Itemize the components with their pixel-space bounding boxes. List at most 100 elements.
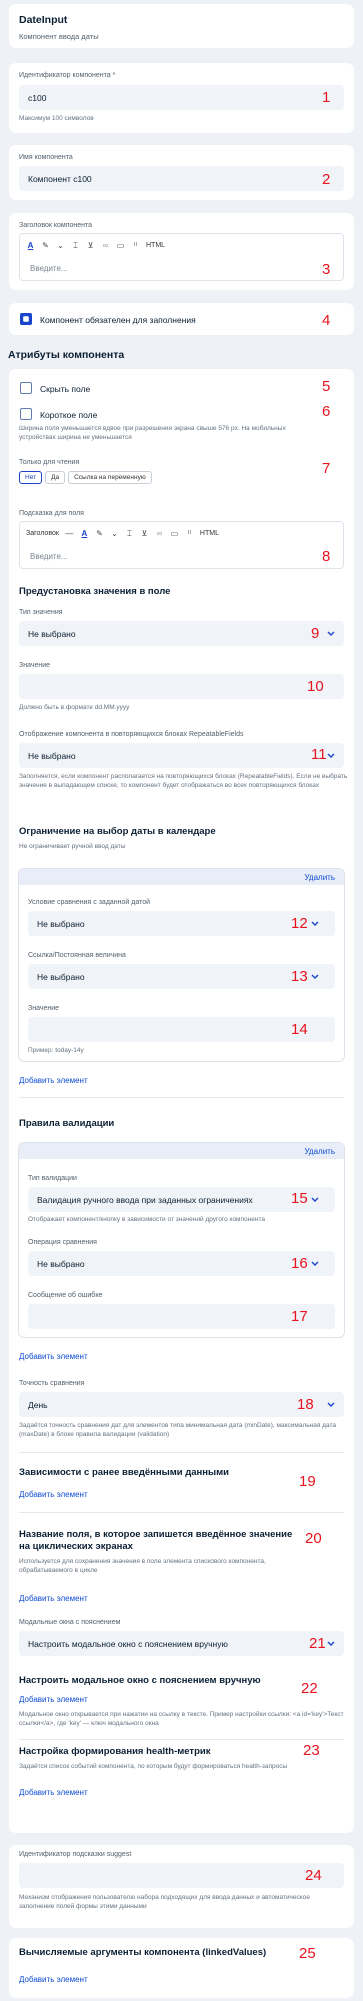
component-name-label: Имя компонента: [19, 154, 73, 161]
limit-value-input[interactable]: [28, 1017, 335, 1042]
marker-21: 21: [309, 1635, 326, 1652]
cycle-field-title: Название поля, в которое запишется введё…: [19, 1529, 293, 1552]
component-name-card: Имя компонента Компонент c100 2: [9, 145, 354, 200]
required-label: Компонент обязателен для заполнения: [40, 315, 196, 325]
preset-value-hint: Должно быть в формате dd.MM.yyyy: [19, 704, 130, 711]
variable-icon[interactable]: ⁽⁾: [131, 241, 140, 250]
preset-title: Предустановка значения в поле: [19, 586, 171, 597]
health-add-link[interactable]: Добавить элемент: [19, 1788, 88, 1797]
tooltip-placeholder[interactable]: Введите...: [30, 552, 68, 561]
validation-title: Правила валидации: [19, 1118, 115, 1129]
cycle-field-hint: Используется для сохранения значения в п…: [19, 1558, 266, 1574]
text-color-icon[interactable]: A: [26, 241, 35, 250]
validation-delete-link[interactable]: Удалить: [304, 1147, 335, 1156]
cycle-field-add-link[interactable]: Добавить элемент: [19, 1594, 88, 1603]
suggest-hint: Механизм отображения пользователю набора…: [19, 1894, 310, 1910]
attributes-card: Скрыть поле 5 Короткое поле 6 Ширина пол…: [9, 369, 354, 1833]
condition-select[interactable]: Не выбрано: [28, 911, 335, 936]
chevron-down-icon[interactable]: [327, 1402, 335, 1408]
chevron-down-icon[interactable]: ⌄: [56, 241, 65, 250]
dependencies-add-link[interactable]: Добавить элемент: [19, 1490, 88, 1499]
validation-type-hint: Отображает компонент/кнопку в зависимост…: [28, 1216, 265, 1223]
marker-4: 4: [322, 312, 331, 329]
rich-text-placeholder[interactable]: Введите...: [30, 264, 68, 273]
preset-value-label: Значение: [19, 662, 51, 669]
marker-9: 9: [311, 625, 320, 642]
calendar-limit-delete-link[interactable]: Удалить: [304, 873, 335, 882]
chevron-down-icon[interactable]: [311, 1197, 319, 1203]
readonly-option-no[interactable]: Нет: [19, 471, 43, 484]
tooltip-toolbar: Заголовок — A ✎ ⌄ ⌶ ⊻ ∞ ▭ ⁽⁾ HTML: [26, 529, 219, 538]
calendar-limit-add-link[interactable]: Добавить элемент: [19, 1076, 88, 1085]
tooltip-editor[interactable]: Заголовок — A ✎ ⌄ ⌶ ⊻ ∞ ▭ ⁽⁾ HTML Введит…: [19, 521, 344, 569]
html-toggle[interactable]: HTML: [146, 242, 165, 249]
limit-value-hint: Пример: today-14y: [28, 1047, 84, 1054]
marker-15: 15: [291, 1190, 308, 1207]
readonly-selector: Нет Да Ссылка на переменную: [19, 471, 152, 484]
chevron-down-icon[interactable]: ⌄: [110, 529, 119, 538]
indent-icon[interactable]: ⌶: [125, 529, 134, 538]
short-field-hint: Ширина поля уменьшается вдвое при разреш…: [19, 425, 286, 441]
html-toggle[interactable]: HTML: [200, 530, 219, 537]
manual-modal-add-link[interactable]: Добавить элемент: [19, 1695, 88, 1704]
marker-11: 11: [311, 746, 327, 763]
value-type-select[interactable]: Не выбрано: [19, 621, 344, 646]
chevron-down-icon[interactable]: [311, 974, 319, 980]
chevron-down-icon[interactable]: [311, 1261, 319, 1267]
comment-icon[interactable]: ▭: [170, 529, 179, 538]
variable-icon[interactable]: ⁽⁾: [185, 529, 194, 538]
suggest-input[interactable]: [19, 1863, 344, 1888]
minus-icon[interactable]: —: [65, 529, 74, 538]
validation-block-header: [19, 1143, 344, 1159]
text-color-icon[interactable]: A: [80, 529, 89, 538]
link-icon[interactable]: ∞: [101, 241, 110, 250]
marker-25: 25: [299, 1945, 316, 1962]
page-subtitle: Компонент ввода даты: [19, 32, 99, 41]
required-card: Компонент обязателен для заполнения 4: [9, 303, 354, 335]
short-field-checkbox[interactable]: [20, 408, 32, 420]
chevron-down-icon[interactable]: [327, 631, 335, 637]
validation-add-link[interactable]: Добавить элемент: [19, 1352, 88, 1361]
link-icon[interactable]: ∞: [155, 529, 164, 538]
modals-label: Модальные окна с пояснением: [19, 1619, 121, 1626]
component-id-input[interactable]: c100: [19, 85, 344, 110]
readonly-option-variable[interactable]: Ссылка на переменную: [68, 471, 152, 484]
repeatable-select[interactable]: Не выбрано: [19, 743, 344, 768]
marker-6: 6: [322, 403, 331, 420]
validation-type-select[interactable]: Валидация ручного ввода при заданных огр…: [28, 1187, 335, 1212]
chevron-down-icon[interactable]: [327, 1641, 335, 1647]
header-card: DateInput Компонент ввода даты: [9, 4, 354, 48]
attributes-title: Атрибуты компонента: [8, 349, 125, 361]
outdent-icon[interactable]: ⊻: [86, 241, 95, 250]
reference-select[interactable]: Не выбрано: [28, 964, 335, 989]
modals-select[interactable]: Настроить модальное окно с пояснением вр…: [19, 1631, 344, 1656]
highlight-icon[interactable]: ✎: [41, 241, 50, 250]
operation-select[interactable]: Не выбрано: [28, 1251, 335, 1276]
highlight-icon[interactable]: ✎: [95, 529, 104, 538]
hide-field-checkbox[interactable]: [20, 382, 32, 394]
marker-8: 8: [322, 548, 331, 565]
linked-values-add-link[interactable]: Добавить элемент: [19, 1975, 88, 1984]
error-message-label: Сообщение об ошибке: [28, 1292, 103, 1299]
precision-select[interactable]: День: [19, 1392, 344, 1417]
comment-icon[interactable]: ▭: [116, 241, 125, 250]
hide-field-label: Скрыть поле: [40, 384, 91, 394]
indent-icon[interactable]: ⌶: [71, 241, 80, 250]
preset-value-input[interactable]: [19, 674, 344, 699]
marker-16: 16: [291, 1255, 308, 1272]
chevron-down-icon[interactable]: [311, 921, 319, 927]
component-header-card: Заголовок компонента A ✎ ⌄ ⌶ ⊻ ∞ ▭ ⁽⁾ HT…: [9, 213, 354, 290]
calendar-limit-block-header: [19, 869, 344, 885]
rich-text-editor[interactable]: A ✎ ⌄ ⌶ ⊻ ∞ ▭ ⁽⁾ HTML Введите...: [19, 233, 344, 281]
calendar-limit-title: Ограничение на выбор даты в календаре: [19, 826, 216, 837]
marker-10: 10: [307, 678, 324, 695]
page-title: DateInput: [19, 14, 68, 26]
marker-14: 14: [291, 1021, 308, 1038]
chevron-down-icon[interactable]: [327, 753, 335, 759]
text-style-select[interactable]: Заголовок: [26, 530, 59, 537]
component-name-input[interactable]: Компонент c100: [19, 166, 344, 191]
outdent-icon[interactable]: ⊻: [140, 529, 149, 538]
required-checkbox[interactable]: [20, 313, 32, 325]
error-message-input[interactable]: [28, 1304, 335, 1329]
readonly-option-yes[interactable]: Да: [45, 471, 66, 484]
